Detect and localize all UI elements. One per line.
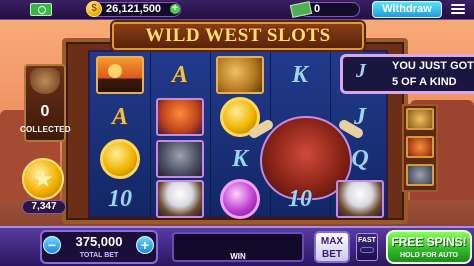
reel-symbol-fox (152, 96, 208, 138)
total-bet-label: TOTAL BET (79, 252, 119, 259)
reel-symbol-sunset (92, 54, 148, 96)
coin-icon: $ (86, 1, 102, 17)
toast-line1: YOU JUST GOT (392, 60, 474, 72)
fast-label: FAST (358, 237, 376, 244)
reel-symbol-eagle (152, 178, 208, 220)
fast-switch[interactable] (360, 247, 374, 253)
reel-symbol-raccoon (152, 138, 208, 180)
total-bet-value: 375,000 (75, 234, 123, 249)
collected-count: 0 (40, 103, 50, 120)
reel-symbol-letter: A (111, 103, 128, 130)
max-bet-line1: MAX (320, 236, 344, 247)
reel-symbol-gold-coin (92, 138, 148, 180)
toast-symbol: J (356, 60, 366, 82)
reel-divider (210, 52, 211, 216)
game-title: WILD WEST SLOTS (145, 25, 331, 46)
reel-symbol-letter: 10 (108, 185, 132, 212)
star-balance: 7,347 (31, 201, 57, 212)
reel-symbol-letter: K (291, 61, 308, 88)
spin-label[interactable]: FREE SPINS! (386, 235, 472, 249)
decrease-bet-button[interactable]: − (43, 236, 61, 254)
increase-bet-button[interactable]: + (136, 236, 154, 254)
spin-sublabel[interactable]: HOLD FOR AUTO (386, 252, 472, 259)
reel-symbol-leopard (212, 54, 268, 96)
mini-leopard-icon (406, 108, 434, 130)
collected-label: COLLECTED (20, 125, 71, 134)
cash-store-icon[interactable] (30, 3, 52, 16)
mini-raccoon-icon (406, 164, 434, 186)
menu-icon[interactable] (451, 4, 465, 15)
withdraw-button[interactable]: Withdraw (372, 1, 442, 18)
max-bet-line2: BET (322, 249, 342, 260)
fast-toggle[interactable]: FAST (356, 233, 378, 261)
win-label: WIN (230, 252, 246, 261)
reel-symbol-eagle (332, 178, 388, 220)
reel-symbol-letter: A (171, 61, 188, 88)
reel-divider (150, 52, 151, 216)
toast-line2: 5 OF A KIND (392, 76, 457, 88)
star-coin-icon[interactable]: ★ (22, 158, 64, 200)
mini-fox-icon (406, 136, 434, 158)
reel-symbol-letter: 10 (288, 185, 312, 212)
coin-balance: 26,121,500 (106, 3, 162, 15)
reel-symbol-purple-coin (212, 178, 268, 220)
add-coins-button[interactable]: + (170, 4, 180, 14)
bull-skull-icon (30, 68, 60, 94)
max-bet-button[interactable]: MAX BET (314, 231, 350, 263)
cash-balance: 0 (314, 3, 321, 15)
